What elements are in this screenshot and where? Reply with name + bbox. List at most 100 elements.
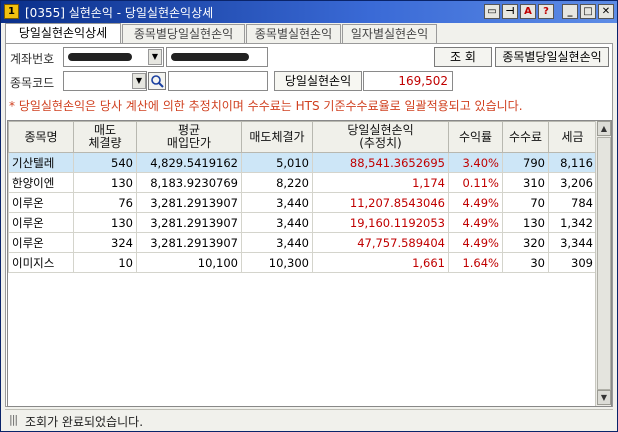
masked-account-name [171, 53, 249, 61]
cell-sell-price: 3,440 [241, 192, 313, 213]
col-header-pnl[interactable]: 당일실현손익 (추정치) [312, 121, 449, 153]
cell-tax: 309 [548, 252, 597, 273]
cell-pnl: 1,661 [312, 252, 449, 273]
search-button[interactable] [148, 72, 166, 90]
app-window: 1 [0355] 실현손익 - 당일실현손익상세 ▭ ⊣ A ? _ □ ✕ 당… [0, 0, 618, 432]
status-text: 조회가 완료되었습니다. [25, 415, 144, 429]
search-icon [151, 75, 164, 88]
cell-fee: 130 [502, 212, 549, 233]
table-row[interactable]: 이루온 324 3,281.2913907 3,440 47,757.58940… [8, 232, 597, 253]
cell-sell-price: 5,010 [241, 152, 313, 173]
account-select[interactable]: ▼ [63, 47, 164, 67]
cell-pnl: 11,207.8543046 [312, 192, 449, 213]
pin-icon[interactable]: ⊣ [502, 4, 518, 19]
cell-qty: 540 [73, 152, 137, 173]
col-header-fee[interactable]: 수수료 [502, 121, 549, 153]
cell-tax: 784 [548, 192, 597, 213]
scroll-thumb[interactable] [597, 137, 611, 390]
minimize-icon[interactable]: _ [562, 4, 578, 19]
grip-icon: ||| [9, 413, 18, 426]
col-header-sell-price[interactable]: 매도체결가 [241, 121, 313, 153]
window-title: [0355] 실현손익 - 당일실현손익상세 [25, 6, 214, 20]
cell-sell-price: 3,440 [241, 212, 313, 233]
cell-rate: 0.11% [448, 172, 503, 193]
cell-rate: 4.49% [448, 212, 503, 233]
daily-realized-label: 당일실현손익 [274, 71, 362, 91]
tab-realized-by-date[interactable]: 일자별실현손익 [342, 24, 437, 44]
cell-avg-price: 3,281.2913907 [136, 212, 242, 233]
table-row[interactable]: 이루온 76 3,281.2913907 3,440 11,207.854304… [8, 192, 597, 213]
title-bar[interactable]: 1 [0355] 실현손익 - 당일실현손익상세 ▭ ⊣ A ? _ □ ✕ [1, 1, 617, 23]
cell-avg-price: 4,829.5419162 [136, 152, 242, 173]
cell-rate: 3.40% [448, 152, 503, 173]
scroll-down-icon[interactable]: ▼ [597, 390, 611, 405]
tab-realized-by-stock[interactable]: 종목별실현손익 [246, 24, 341, 44]
scroll-up-icon[interactable]: ▲ [597, 121, 611, 136]
by-stock-daily-button[interactable]: 종목별당일실현손익 [495, 47, 609, 67]
cell-tax: 1,342 [548, 212, 597, 233]
cell-name: 이루온 [8, 192, 74, 213]
notice-text: * 당일실현손익은 당사 계산에 의한 추정치이며 수수료는 HTS 기준수수료… [9, 99, 523, 113]
account-label: 계좌번호 [10, 52, 55, 66]
daily-realized-value: 169,502 [363, 71, 453, 91]
col-header-name[interactable]: 종목명 [8, 121, 74, 153]
cell-avg-price: 8,183.9230769 [136, 172, 242, 193]
cell-avg-price: 3,281.2913907 [136, 232, 242, 253]
help-icon[interactable]: ? [538, 4, 554, 19]
stock-code-label: 종목코드 [10, 76, 55, 90]
cell-pnl: 47,757.589404 [312, 232, 449, 253]
table-row[interactable]: 기산텔레 540 4,829.5419162 5,010 88,541.3652… [8, 152, 597, 173]
screen-icon[interactable]: ▭ [484, 4, 500, 19]
cell-tax: 3,344 [548, 232, 597, 253]
cell-qty: 324 [73, 232, 137, 253]
cell-name: 이미지스 [8, 252, 74, 273]
col-header-tax[interactable]: 세금 [548, 121, 597, 153]
tab-daily-realized-by-stock[interactable]: 종목별당일실현손익 [122, 24, 245, 44]
col-header-rate[interactable]: 수익률 [448, 121, 503, 153]
cell-fee: 70 [502, 192, 549, 213]
cell-name: 이루온 [8, 212, 74, 233]
tab-daily-realized-detail[interactable]: 당일실현손익상세 [5, 23, 121, 44]
table-row[interactable]: 이루온 130 3,281.2913907 3,440 19,160.11920… [8, 212, 597, 233]
cell-fee: 310 [502, 172, 549, 193]
account-name-field [166, 47, 268, 67]
cell-pnl: 19,160.1192053 [312, 212, 449, 233]
cell-avg-price: 3,281.2913907 [136, 192, 242, 213]
cell-pnl: 1,174 [312, 172, 449, 193]
cell-sell-price: 3,440 [241, 232, 313, 253]
results-table: 종목명 매도 체결량 평균 매입단가 매도체결가 당일실현손익 (추정치) 수익률 수… [8, 121, 597, 273]
stock-name-field [168, 71, 268, 91]
realized-detail-grid[interactable]: 종목명 매도 체결량 평균 매입단가 매도체결가 당일실현손익 (추정치) 수익률 수… [7, 120, 612, 407]
cell-name: 한양이엔 [8, 172, 74, 193]
cell-qty: 76 [73, 192, 137, 213]
col-header-avg-price[interactable]: 평균 매입단가 [136, 121, 242, 153]
cell-sell-price: 8,220 [241, 172, 313, 193]
cell-rate: 4.49% [448, 192, 503, 213]
table-row[interactable]: 한양이엔 130 8,183.9230769 8,220 1,174 0.11%… [8, 172, 597, 193]
chevron-down-icon[interactable]: ▼ [148, 49, 162, 65]
cell-rate: 1.64% [448, 252, 503, 273]
cell-qty: 10 [73, 252, 137, 273]
cell-name: 기산텔레 [8, 152, 74, 173]
cell-rate: 4.49% [448, 232, 503, 253]
table-row[interactable]: 이미지스 10 10,100 10,300 1,661 1.64% 30 309 [8, 252, 597, 273]
cell-qty: 130 [73, 172, 137, 193]
cell-fee: 320 [502, 232, 549, 253]
cell-tax: 8,116 [548, 152, 597, 173]
app-icon: 1 [4, 4, 19, 19]
vertical-scrollbar[interactable]: ▲ ▼ [595, 121, 611, 406]
status-bar: ||| 조회가 완료되었습니다. [5, 409, 613, 429]
maximize-icon[interactable]: □ [580, 4, 596, 19]
cell-fee: 790 [502, 152, 549, 173]
table-header-row: 종목명 매도 체결량 평균 매입단가 매도체결가 당일실현손익 (추정치) 수익률 수… [8, 121, 597, 153]
cell-tax: 3,206 [548, 172, 597, 193]
cell-qty: 130 [73, 212, 137, 233]
cell-sell-price: 10,300 [241, 252, 313, 273]
col-header-qty[interactable]: 매도 체결량 [73, 121, 137, 153]
query-button[interactable]: 조 회 [434, 47, 492, 67]
cell-pnl: 88,541.3652695 [312, 152, 449, 173]
masked-account [68, 53, 132, 61]
chevron-down-icon[interactable]: ▼ [132, 73, 146, 89]
font-icon[interactable]: A [520, 4, 536, 19]
close-icon[interactable]: ✕ [598, 4, 614, 19]
